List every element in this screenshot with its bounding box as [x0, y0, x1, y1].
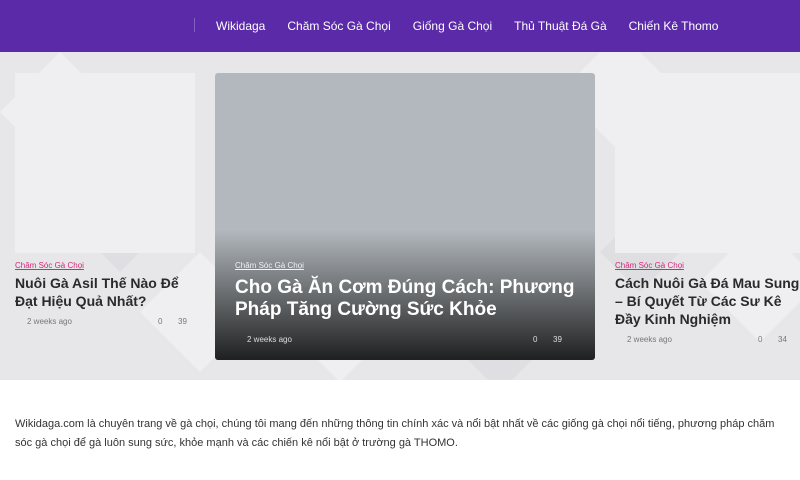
featured-posts-slider: Chăm Sóc Gà Chọi Nuôi Gà Asil Thế Nào Để…	[0, 52, 800, 380]
post-card-right: Chăm Sóc Gà Chọi Cách Nuôi Gà Đá Mau Sun…	[615, 261, 800, 344]
nav-divider	[194, 18, 195, 32]
nav-item-wikidaga[interactable]: Wikidaga	[205, 19, 276, 33]
featured-post-text: Chăm Sóc Gà Chọi Cho Gà Ăn Cơm Đúng Cách…	[235, 261, 575, 344]
post-category-link[interactable]: Chăm Sóc Gà Chọi	[615, 261, 800, 270]
view-count: 39	[553, 335, 562, 344]
post-meta: 2 weeks ago 0 39	[15, 317, 200, 326]
post-date: 2 weeks ago	[27, 317, 72, 326]
site-description: Wikidaga.com là chuyên trang về gà chọi,…	[15, 418, 775, 449]
post-date: 2 weeks ago	[247, 335, 292, 344]
comment-count[interactable]: 0	[533, 335, 553, 344]
main-menu: Wikidaga Chăm Sóc Gà Chọi Giống Gà Chọi …	[205, 0, 729, 52]
nav-item-giong-ga-choi[interactable]: Giống Gà Chọi	[402, 19, 503, 33]
post-thumbnail-left[interactable]	[15, 73, 195, 253]
view-count: 34	[778, 335, 787, 344]
nav-item-cham-soc-ga-choi[interactable]: Chăm Sóc Gà Chọi	[276, 19, 401, 33]
post-meta: 2 weeks ago 0 39	[235, 335, 575, 344]
post-date: 2 weeks ago	[627, 335, 672, 344]
comment-count[interactable]: 0	[158, 317, 178, 326]
nav-item-thu-thuat-da-ga[interactable]: Thủ Thuật Đá Gà	[503, 19, 618, 33]
post-meta: 2 weeks ago 0 34	[615, 335, 800, 344]
comment-count[interactable]: 0	[758, 335, 778, 344]
post-card-left: Chăm Sóc Gà Chọi Nuôi Gà Asil Thế Nào Để…	[15, 261, 200, 326]
post-title-link[interactable]: Cho Gà Ăn Cơm Đúng Cách: Phương Pháp Tăn…	[235, 277, 575, 321]
post-title-link[interactable]: Nuôi Gà Asil Thế Nào Để Đạt Hiệu Quả Nhấ…	[15, 274, 200, 310]
nav-item-chien-ke-thomo[interactable]: Chiến Kê Thomo	[618, 19, 730, 33]
top-navigation-bar: Wikidaga Chăm Sóc Gà Chọi Giống Gà Chọi …	[0, 0, 800, 52]
post-thumbnail-right[interactable]	[615, 73, 800, 253]
post-title-link[interactable]: Cách Nuôi Gà Đá Mau Sung – Bí Quyết Từ C…	[615, 274, 800, 328]
view-count: 39	[178, 317, 187, 326]
post-category-link[interactable]: Chăm Sóc Gà Chọi	[15, 261, 200, 270]
post-card-featured[interactable]: Chăm Sóc Gà Chọi Cho Gà Ăn Cơm Đúng Cách…	[215, 73, 595, 360]
post-category-link[interactable]: Chăm Sóc Gà Chọi	[235, 261, 575, 270]
